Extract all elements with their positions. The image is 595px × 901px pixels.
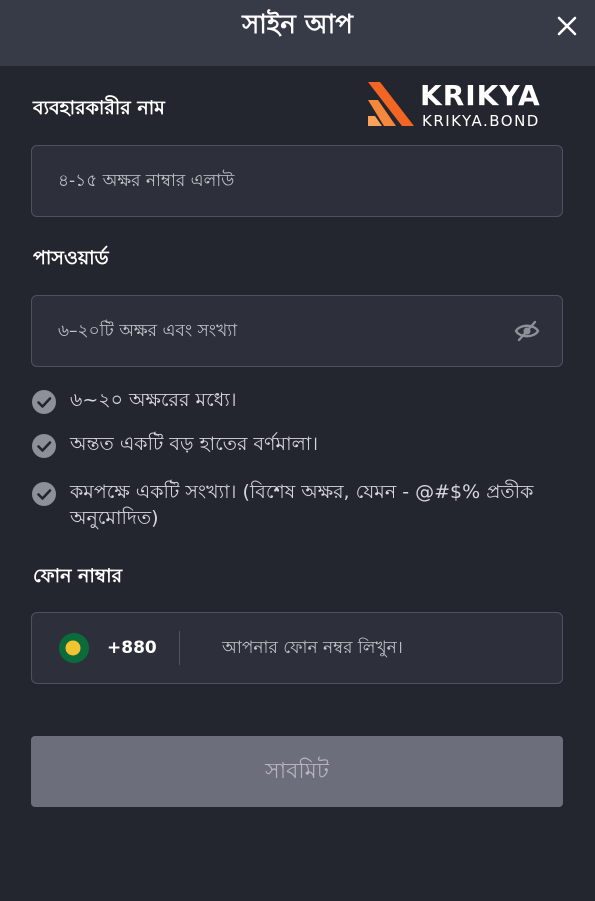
password-rule-text: ৬~২০ অক্ষরের মধ্যে।	[70, 389, 237, 411]
password-rule-text: কমপক্ষে একটি সংখ্যা। (বিশেষ অক্ষর, যেমন …	[70, 481, 534, 529]
phone-divider	[179, 631, 180, 665]
check-circle-icon	[32, 390, 56, 414]
brand-logo: KRIKYA KRIKYA.BOND	[366, 80, 566, 132]
password-rule-uppercase: অন্তত একটি বড় হাতের বর্ণমালা।	[31, 431, 550, 459]
password-rule-length: ৬~২০ অক্ষরের মধ্যে।	[31, 387, 550, 415]
password-rule-number: কমপক্ষে একটি সংখ্যা। (বিশেষ অক্ষর, যেমন …	[31, 479, 550, 531]
close-button[interactable]	[549, 8, 585, 44]
check-circle-icon	[32, 434, 56, 458]
krikya-logo-icon	[368, 82, 414, 126]
page-title: সাইন আপ	[242, 10, 353, 40]
country-code[interactable]: +880	[107, 613, 157, 683]
username-input[interactable]: ৪-১৫ অক্ষর নাম্বার এলাউ	[31, 145, 563, 217]
password-input[interactable]: ৬–২০টি অক্ষর এবং সংখ্যা	[31, 295, 563, 367]
eye-off-icon	[514, 320, 540, 342]
check-circle-icon	[32, 482, 56, 506]
close-icon	[557, 16, 577, 36]
brand-domain: KRIKYA.BOND	[422, 112, 540, 130]
phone-placeholder: আপনার ফোন নম্বর লিখুন।	[222, 638, 403, 658]
password-placeholder: ৬–২০টি অক্ষর এবং সংখ্যা	[58, 321, 238, 341]
username-label: ব্যবহারকারীর নাম	[33, 97, 165, 119]
phone-label: ফোন নাম্বার	[33, 565, 123, 587]
modal-header: সাইন আপ	[0, 0, 595, 66]
brand-name: KRIKYA	[420, 79, 541, 112]
username-placeholder: ৪-১৫ অক্ষর নাম্বার এলাউ	[58, 171, 235, 191]
phone-input[interactable]: +880 আপনার ফোন নম্বর লিখুন।	[31, 612, 563, 684]
password-rule-text: অন্তত একটি বড় হাতের বর্ণমালা।	[70, 433, 319, 455]
password-visibility-toggle[interactable]	[514, 319, 540, 343]
bangladesh-flag-icon[interactable]	[58, 632, 90, 664]
password-label: পাসওয়ার্ড	[33, 247, 109, 269]
submit-button[interactable]: সাবমিট	[31, 736, 563, 807]
